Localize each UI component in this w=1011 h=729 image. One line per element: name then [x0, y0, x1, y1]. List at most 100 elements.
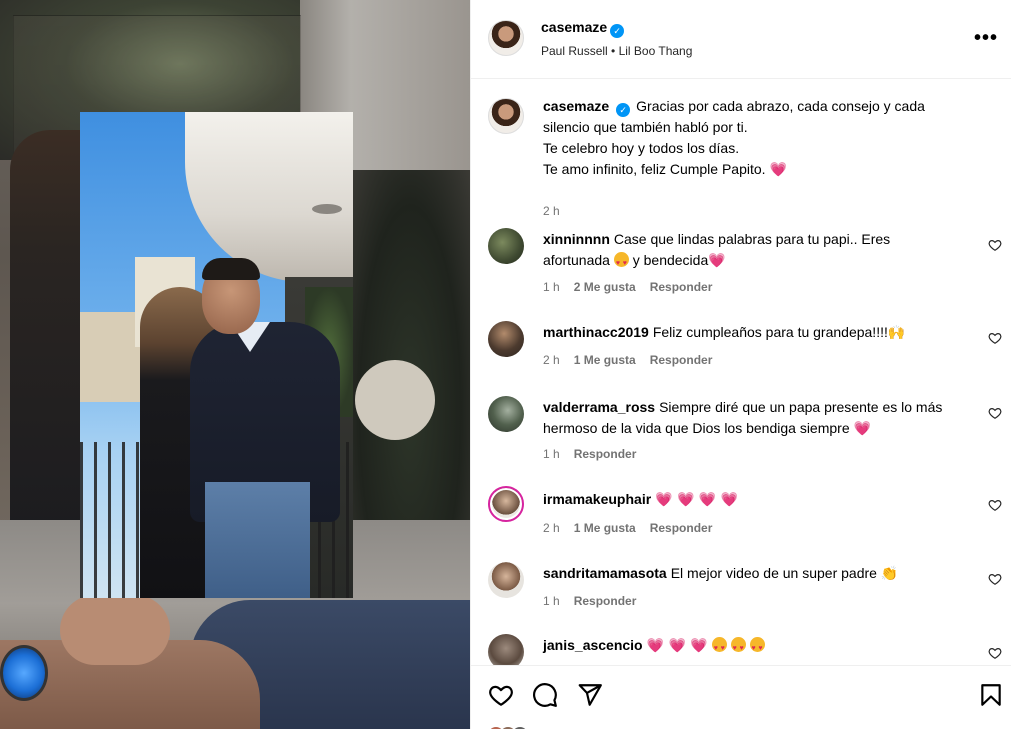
reply-button[interactable]: Responder: [574, 594, 637, 608]
caption-username[interactable]: casemaze: [543, 98, 609, 114]
commenter-avatar[interactable]: [488, 396, 524, 432]
send-icon[interactable]: [577, 682, 603, 708]
comment-item: xinninnnn Case que lindas palabras para t…: [471, 228, 1011, 298]
comment-item: sandritamamasota El mejor video de un sup…: [471, 562, 1011, 612]
comment-time[interactable]: 2 h: [543, 353, 560, 367]
photo-ceiling-light: [312, 204, 342, 214]
clapping-hands-emoji: 👏: [880, 566, 899, 582]
caption-author-avatar[interactable]: [488, 98, 524, 134]
heart-eyes-emoji: [730, 637, 746, 659]
comment-like-heart-icon[interactable]: [988, 498, 1002, 512]
caption-line: Te amo infinito, feliz Cumple Papito.: [543, 161, 766, 177]
media-pillow: [355, 360, 435, 440]
media-photo-overlay: [80, 112, 353, 598]
post-caption: casemaze ✓ Gracias por cada abrazo, cada c…: [471, 96, 1011, 218]
comment-meta: 1 h Responder: [543, 447, 650, 461]
commenter-avatar[interactable]: [488, 228, 524, 264]
comment-item: irmamakeuphair 💗 💗 💗 💗 2 h 1 Me gusta Respo…: [471, 486, 1011, 536]
audio-track-link[interactable]: Paul Russell • Lil Boo Thang: [541, 44, 692, 58]
verified-badge-icon: ✓: [616, 103, 631, 117]
comment-item: valderrama_ross Siempre diré que un papa …: [471, 396, 1011, 466]
caption-line: Gracias por cada abrazo, cada consejo y …: [636, 98, 925, 114]
commenter-username[interactable]: sandritamamasota: [543, 565, 667, 581]
comment-time[interactable]: 1 h: [543, 594, 560, 608]
verified-badge-icon: ✓: [610, 24, 625, 38]
comment-likes[interactable]: 2 Me gusta: [574, 280, 636, 294]
comment-like-heart-icon[interactable]: [988, 331, 1002, 345]
pink-heart-emoji: 💗: [708, 253, 726, 269]
pink-heart-emoji: 💗: [853, 421, 871, 437]
photo-man-hair: [202, 258, 260, 280]
comment-time[interactable]: 1 h: [543, 447, 560, 461]
comment-line: hermoso de la vida que Dios los bendiga …: [543, 420, 850, 436]
commenter-username[interactable]: valderrama_ross: [543, 399, 655, 415]
more-options-icon[interactable]: •••: [974, 28, 998, 48]
commenter-username[interactable]: irmamakeuphair: [543, 491, 651, 507]
comment-item: marthinacc2019 Feliz cumpleaños para tu g…: [471, 321, 1011, 371]
comment-line: y bendecida: [632, 252, 709, 268]
comment-likes[interactable]: 1 Me gusta: [574, 521, 636, 535]
commenter-avatar[interactable]: [488, 634, 524, 665]
comment-like-heart-icon[interactable]: [988, 406, 1002, 420]
media-hand: [60, 595, 170, 665]
comment-text: sandritamamasota El mejor video de un sup…: [543, 563, 968, 585]
comment-text: marthinacc2019 Feliz cumpleaños para tu g…: [543, 322, 968, 344]
author-username[interactable]: casemaze: [541, 19, 607, 35]
post-action-bar: [471, 665, 1011, 729]
reply-button[interactable]: Responder: [650, 521, 713, 535]
comment-meta: 2 h 1 Me gusta Responder: [543, 521, 726, 535]
heart-eyes-emoji: [711, 637, 727, 659]
comment-icon[interactable]: [532, 682, 558, 708]
photo-man-jeans: [205, 482, 310, 598]
commenter-avatar[interactable]: [488, 321, 524, 357]
comment-time[interactable]: 2 h: [543, 521, 560, 535]
comment-meta: 2 h 1 Me gusta Responder: [543, 353, 726, 367]
comment-time[interactable]: 1 h: [543, 280, 560, 294]
heart-eyes-emoji: [613, 252, 629, 274]
commenter-username[interactable]: xinninnnn: [543, 231, 610, 247]
post-media[interactable]: [0, 0, 470, 729]
commenter-avatar-story-ring[interactable]: [488, 486, 524, 522]
comment-line: Case que lindas palabras para tu papi.. …: [613, 231, 891, 247]
pink-heart-emoji: 💗 💗 💗 💗: [655, 492, 739, 508]
author-name-row: casemaze ✓: [541, 19, 625, 38]
comments-list: casemaze ✓ Gracias por cada abrazo, cada c…: [471, 80, 1011, 665]
commenter-avatar[interactable]: [488, 562, 524, 598]
caption-line: Te celebro hoy y todos los días.: [543, 140, 740, 156]
heart-eyes-emoji: [749, 637, 765, 659]
comment-text: xinninnnn Case que lindas palabras para t…: [543, 229, 968, 274]
commenter-username[interactable]: janis_ascencio: [543, 637, 643, 653]
comment-line: Siempre diré que un papa presente es lo …: [659, 399, 943, 415]
comment-like-heart-icon[interactable]: [988, 572, 1002, 586]
comment-line: Feliz cumpleaños para tu grandepa!!!!: [652, 324, 888, 340]
comment-text: valderrama_ross Siempre diré que un papa …: [543, 397, 968, 440]
comment-text: irmamakeuphair 💗 💗 💗 💗: [543, 489, 968, 511]
comment-line: afortunada: [543, 252, 610, 268]
comment-text: janis_ascencio 💗 💗 💗: [543, 635, 968, 659]
comment-like-heart-icon[interactable]: [988, 238, 1002, 252]
raising-hands-emoji: 🙌: [887, 325, 906, 341]
author-avatar[interactable]: [488, 20, 524, 56]
pink-heart-emoji: 💗 💗 💗: [646, 638, 708, 654]
reply-button[interactable]: Responder: [574, 447, 637, 461]
pink-heart-emoji: 💗: [769, 162, 787, 178]
heart-icon[interactable]: [488, 682, 514, 708]
caption-time[interactable]: 2 h: [543, 204, 560, 218]
media-watch: [0, 645, 48, 701]
reply-button[interactable]: Responder: [650, 353, 713, 367]
comment-meta: 1 h Responder: [543, 594, 650, 608]
comment-item: janis_ascencio 💗 💗 💗: [471, 634, 1011, 665]
reply-button[interactable]: Responder: [650, 280, 713, 294]
comment-likes[interactable]: 1 Me gusta: [574, 353, 636, 367]
media-person-blurred: [10, 130, 90, 530]
commenter-username[interactable]: marthinacc2019: [543, 324, 649, 340]
caption-line: silencio que también habló por ti.: [543, 119, 748, 135]
bookmark-icon[interactable]: [978, 682, 1004, 708]
caption-text: casemaze ✓ Gracias por cada abrazo, cada c…: [543, 96, 968, 181]
comment-meta: 1 h 2 Me gusta Responder: [543, 280, 726, 294]
comment-like-heart-icon[interactable]: [988, 646, 1002, 660]
comment-line: El mejor video de un super padre: [670, 565, 877, 581]
post-panel: casemaze ✓ Paul Russell • Lil Boo Thang •…: [470, 0, 1011, 729]
post-header: casemaze ✓ Paul Russell • Lil Boo Thang •…: [471, 0, 1011, 79]
caption-meta: 2 h: [543, 204, 574, 218]
